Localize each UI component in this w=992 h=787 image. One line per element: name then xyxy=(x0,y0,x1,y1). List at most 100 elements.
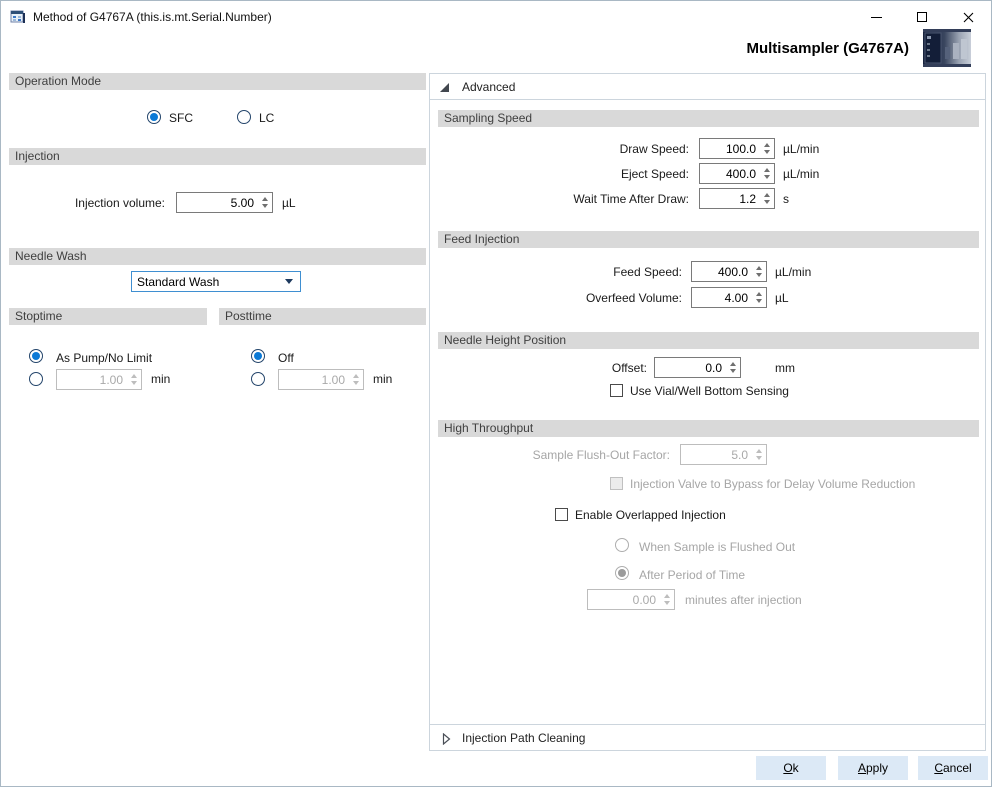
overfeed-volume-value[interactable]: 4.00 xyxy=(692,291,752,305)
stoptime-value-radio[interactable] xyxy=(29,372,43,386)
flush-out-spin-arrows xyxy=(752,445,766,464)
advanced-panel: Advanced Sampling Speed Draw Speed: 100.… xyxy=(429,73,986,751)
overlapped-injection-label[interactable]: Enable Overlapped Injection xyxy=(575,508,726,523)
section-posttime: Posttime xyxy=(219,308,426,325)
spin-down-icon xyxy=(262,204,268,208)
draw-speed-spin-arrows[interactable] xyxy=(760,139,774,158)
stoptime-unit: min xyxy=(151,372,170,387)
wait-time-unit: s xyxy=(783,192,789,207)
advanced-expander[interactable]: Advanced xyxy=(430,74,985,100)
eject-speed-spin-arrows[interactable] xyxy=(760,164,774,183)
method-dialog: Method of G4767A (this.is.mt.Serial.Numb… xyxy=(0,0,992,787)
stoptime-as-pump-radio[interactable] xyxy=(29,349,43,363)
spin-up-icon xyxy=(764,193,770,197)
overfeed-volume-spin-arrows[interactable] xyxy=(752,288,766,307)
cancel-button[interactable]: Cancel xyxy=(918,756,988,780)
section-operation-mode: Operation Mode xyxy=(9,73,426,90)
spin-down-icon xyxy=(756,299,762,303)
period-of-time-radio xyxy=(615,566,629,580)
eject-speed-value[interactable]: 400.0 xyxy=(700,167,760,181)
needle-wash-dropdown[interactable]: Standard Wash xyxy=(131,271,301,292)
draw-speed-label: Draw Speed: xyxy=(490,142,689,157)
expander-collapsed-icon xyxy=(442,733,451,745)
posttime-value-spinner: 1.00 xyxy=(278,369,364,390)
injection-volume-value[interactable]: 5.00 xyxy=(177,196,258,210)
overfeed-volume-unit: µL xyxy=(775,291,789,306)
sfc-radio[interactable] xyxy=(147,110,161,124)
spin-down-icon xyxy=(756,273,762,277)
section-feed-injection: Feed Injection xyxy=(438,231,979,248)
lc-radio[interactable] xyxy=(237,110,251,124)
sfc-radio-dot xyxy=(150,113,158,121)
device-title: Multisampler (G4767A) xyxy=(746,40,909,57)
period-of-time-label: After Period of Time xyxy=(639,568,745,583)
feed-speed-spinner[interactable]: 400.0 xyxy=(691,261,767,282)
spin-down-icon xyxy=(353,381,359,385)
feed-speed-spin-arrows[interactable] xyxy=(752,262,766,281)
spin-down-icon xyxy=(764,200,770,204)
offset-spinner[interactable]: 0.0 xyxy=(654,357,741,378)
period-radio-dot xyxy=(618,569,626,577)
injection-volume-spinner[interactable]: 5.00 xyxy=(176,192,273,213)
expander-expanded-icon xyxy=(440,83,449,92)
stoptime-as-pump-label[interactable]: As Pump/No Limit xyxy=(56,351,152,366)
stoptime-value: 1.00 xyxy=(57,373,127,387)
posttime-off-label[interactable]: Off xyxy=(278,351,294,366)
ok-button-label: Ok xyxy=(783,761,798,775)
wait-time-spinner[interactable]: 1.2 xyxy=(699,188,775,209)
multisampler-module-icon xyxy=(923,29,971,67)
spin-down-icon xyxy=(730,369,736,373)
posttime-spin-arrows xyxy=(349,370,363,389)
eject-speed-unit: µL/min xyxy=(783,167,819,182)
wait-time-label: Wait Time After Draw: xyxy=(490,192,689,207)
section-injection: Injection xyxy=(9,148,426,165)
offset-value[interactable]: 0.0 xyxy=(655,361,726,375)
lc-radio-label[interactable]: LC xyxy=(259,111,274,126)
stoptime-value-spinner: 1.00 xyxy=(56,369,142,390)
posttime-off-radio[interactable] xyxy=(251,349,265,363)
sfc-radio-label[interactable]: SFC xyxy=(169,111,193,126)
spin-up-icon xyxy=(764,168,770,172)
bottom-sensing-label[interactable]: Use Vial/Well Bottom Sensing xyxy=(630,384,789,399)
feed-speed-unit: µL/min xyxy=(775,265,811,280)
posttime-off-radio-dot xyxy=(254,352,262,360)
spin-up-icon xyxy=(756,266,762,270)
minutes-after-injection-value: 0.00 xyxy=(588,593,660,607)
section-stoptime: Stoptime xyxy=(9,308,207,325)
overfeed-volume-spinner[interactable]: 4.00 xyxy=(691,287,767,308)
section-high-throughput: High Throughput xyxy=(438,420,979,437)
wait-time-spin-arrows[interactable] xyxy=(760,189,774,208)
chevron-down-icon xyxy=(285,279,293,284)
feed-speed-label: Feed Speed: xyxy=(490,265,682,280)
posttime-value-radio[interactable] xyxy=(251,372,265,386)
window-title: Method of G4767A (this.is.mt.Serial.Numb… xyxy=(33,1,272,33)
cancel-button-label: Cancel xyxy=(934,761,971,775)
spin-up-icon xyxy=(131,374,137,378)
eject-speed-spinner[interactable]: 400.0 xyxy=(699,163,775,184)
apply-button[interactable]: Apply xyxy=(838,756,908,780)
minutes-spin-arrows xyxy=(660,590,674,609)
ok-button[interactable]: Ok xyxy=(756,756,826,780)
offset-label: Offset: xyxy=(490,361,647,376)
device-header: Multisampler (G4767A) xyxy=(746,29,971,67)
wait-time-value[interactable]: 1.2 xyxy=(700,192,760,206)
section-needle-height: Needle Height Position xyxy=(438,332,979,349)
feed-speed-value[interactable]: 400.0 xyxy=(692,265,752,279)
flushed-out-label: When Sample is Flushed Out xyxy=(639,540,795,555)
injection-volume-unit: µL xyxy=(282,196,296,211)
minutes-after-injection-label: minutes after injection xyxy=(685,593,802,608)
minutes-after-injection-spinner: 0.00 xyxy=(587,589,675,610)
apply-button-label: Apply xyxy=(858,761,888,775)
bottom-sensing-checkbox[interactable] xyxy=(610,384,623,397)
draw-speed-spinner[interactable]: 100.0 xyxy=(699,138,775,159)
offset-spin-arrows[interactable] xyxy=(726,358,740,377)
section-needle-wash: Needle Wash xyxy=(9,248,426,265)
draw-speed-value[interactable]: 100.0 xyxy=(700,142,760,156)
section-sampling-speed: Sampling Speed xyxy=(438,110,979,127)
injection-volume-spin-arrows[interactable] xyxy=(258,193,272,212)
overlapped-injection-checkbox[interactable] xyxy=(555,508,568,521)
spin-down-icon xyxy=(764,150,770,154)
injection-path-cleaning-expander[interactable]: Injection Path Cleaning xyxy=(430,724,985,751)
overfeed-volume-label: Overfeed Volume: xyxy=(490,291,682,306)
spin-down-icon xyxy=(664,601,670,605)
